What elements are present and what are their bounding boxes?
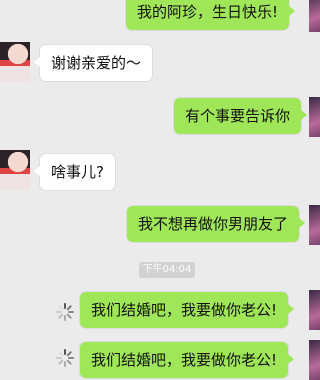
message-bubble-outgoing[interactable]: 有个事要告诉你: [174, 98, 308, 134]
loading-spinner-icon: [56, 349, 74, 367]
self-avatar[interactable]: [309, 97, 320, 137]
friend-avatar[interactable]: [0, 150, 30, 190]
loading-spinner-icon: [56, 303, 74, 321]
friend-avatar[interactable]: [0, 42, 30, 82]
message-timestamp: 下午04:04: [139, 262, 195, 278]
self-avatar[interactable]: [309, 205, 320, 245]
message-bubble-outgoing[interactable]: 我不想再做你男朋友了: [127, 206, 306, 242]
self-avatar[interactable]: [309, 290, 320, 330]
message-bubble-outgoing[interactable]: 我的阿珍，生日快乐!: [126, 0, 296, 30]
chat-message-list[interactable]: 我的阿珍，生日快乐! 谢谢亲爱的～ 有个事要告诉你 啥事儿? 我不想再做你男朋友…: [0, 0, 320, 380]
message-bubble-incoming[interactable]: 谢谢亲爱的～: [33, 45, 153, 81]
message-bubble-outgoing[interactable]: 我们结婚吧，我要做你老公!: [80, 342, 295, 378]
message-bubble-incoming[interactable]: 啥事儿?: [34, 154, 115, 190]
message-bubble-outgoing[interactable]: 我们结婚吧，我要做你老公!: [80, 292, 295, 328]
self-avatar[interactable]: [309, 0, 320, 32]
self-avatar[interactable]: [309, 340, 320, 380]
